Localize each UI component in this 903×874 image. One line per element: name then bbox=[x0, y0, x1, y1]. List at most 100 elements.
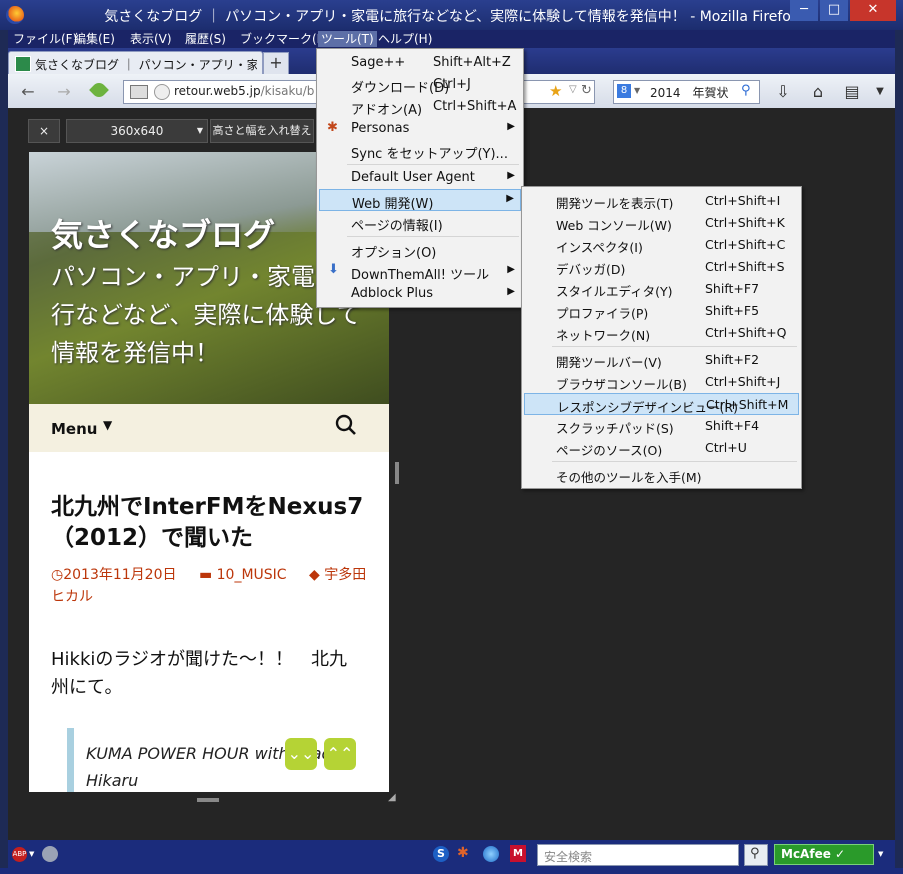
rdv-close-button[interactable]: × bbox=[28, 119, 60, 143]
reload-icon[interactable]: ↻ bbox=[581, 83, 592, 98]
menu-separator bbox=[552, 346, 797, 347]
maximize-button[interactable]: □ bbox=[820, 0, 848, 21]
scroll-down-icon[interactable]: ⌄⌄ bbox=[285, 738, 317, 770]
browser-icon[interactable] bbox=[483, 846, 499, 862]
chevron-down-icon[interactable]: ▼ bbox=[634, 86, 640, 95]
web-developer-submenu: 開発ツールを表示(T) Ctrl+Shift+I Web コンソール(W) Ctrl… bbox=[521, 186, 802, 489]
tools-menu-item-user-agent[interactable]: Default User Agent ▶ bbox=[319, 167, 521, 189]
webdev-item-browser-console[interactable]: ブラウザコンソール(B) Ctrl+Shift+J bbox=[524, 371, 799, 393]
google-icon[interactable]: 8 bbox=[617, 84, 631, 98]
download-icon[interactable]: ⇩ bbox=[773, 82, 793, 102]
menu-edit[interactable]: 編集(E) bbox=[71, 31, 118, 47]
site-title[interactable]: 気さくなブログ bbox=[51, 210, 275, 256]
adblock-icon[interactable]: ABP bbox=[12, 847, 27, 862]
tools-menu-item-web-developer[interactable]: Web 開発(W) ▶ bbox=[319, 189, 521, 212]
rdv-size-select[interactable]: 360x640 ▼ bbox=[66, 119, 208, 143]
webdev-item-responsive-design-view[interactable]: レスポンシブデザインビュー(R) Ctrl+Shift+M bbox=[524, 393, 799, 415]
corner-resize-handle[interactable]: ◢ bbox=[388, 792, 400, 804]
chevron-down-icon[interactable]: ▼ bbox=[878, 850, 883, 858]
post-date[interactable]: 2013年11月20日 bbox=[63, 567, 176, 583]
safe-search-button[interactable]: ⚲ bbox=[744, 844, 768, 866]
mcafee-siteadvisor[interactable]: McAfee ✓ bbox=[774, 844, 874, 865]
search-input-value[interactable]: 2014 年賀状 bbox=[650, 84, 729, 101]
skype-icon[interactable]: S bbox=[433, 846, 449, 862]
globe-icon[interactable] bbox=[154, 84, 170, 100]
caret-down-icon[interactable]: ▼ bbox=[103, 418, 112, 432]
post-category[interactable]: 10_MUSIC bbox=[217, 567, 287, 583]
safe-search-placeholder: 安全検索 bbox=[544, 850, 593, 864]
menu-file[interactable]: ファイル(F) bbox=[10, 31, 80, 47]
responsive-toolbar: × 360x640 ▼ 高さと幅を入れ替え bbox=[28, 119, 318, 143]
webdev-item-toggle-tools[interactable]: 開発ツールを表示(T) Ctrl+Shift+I bbox=[524, 190, 799, 212]
menu-bar: ファイル(F) 編集(E) 表示(V) 履歴(S) ブックマーク(B) ツール(… bbox=[8, 30, 895, 48]
menu-separator bbox=[347, 236, 519, 237]
tools-menu: Sage++ Shift+Alt+Z ダウンロード(D) Ctrl+J アドオン(A… bbox=[316, 48, 524, 308]
folder-icon: ▬ bbox=[198, 567, 213, 583]
menu-view[interactable]: 表示(V) bbox=[127, 31, 175, 47]
tools-menu-item-personas[interactable]: ✱ Personas ▶ bbox=[319, 118, 521, 140]
home-icon[interactable]: ⌂ bbox=[808, 82, 828, 102]
webdev-item-page-source[interactable]: ページのソース(O) Ctrl+U bbox=[524, 437, 799, 459]
search-box[interactable]: 8 ▼ 2014 年賀状 ⚲ bbox=[613, 80, 760, 104]
post-title[interactable]: 北九州でInterFMをNexus7（2012）で聞いた bbox=[51, 492, 371, 554]
tools-menu-item-options[interactable]: オプション(O) bbox=[319, 239, 521, 261]
tag-icon: ◆ bbox=[309, 567, 320, 583]
menu-separator bbox=[552, 461, 797, 462]
downthemall-icon: ⬇ bbox=[328, 262, 339, 277]
height-resize-handle[interactable] bbox=[197, 798, 219, 802]
tools-menu-item-page-info[interactable]: ページの情報(I) bbox=[319, 212, 521, 234]
menu-history[interactable]: 履歴(S) bbox=[182, 31, 229, 47]
webdev-item-developer-toolbar[interactable]: 開発ツールバー(V) Shift+F2 bbox=[524, 349, 799, 371]
window-title: 気さくなブログ ｜ パソコン・アプリ・家電に旅行などなど、実際に体験して情報を発… bbox=[104, 9, 799, 25]
window-frame-bottom bbox=[0, 868, 903, 874]
tab-active[interactable]: 気さくなブログ ｜ パソコン・アプリ・家電に旅行... × bbox=[8, 51, 263, 75]
chevron-down-icon[interactable]: ▼ bbox=[29, 850, 34, 858]
tab-label: 気さくなブログ ｜ パソコン・アプリ・家電に旅行... × bbox=[35, 58, 257, 72]
globe-icon[interactable] bbox=[42, 846, 58, 862]
status-bar: ABP ▼ S ✱ M 安全検索 ⚲ McAfee ✓ ▼ bbox=[8, 840, 895, 868]
webdev-item-inspector[interactable]: インスペクタ(I) Ctrl+Shift+C bbox=[524, 234, 799, 256]
menu-tools[interactable]: ツール(T) bbox=[318, 31, 377, 47]
rdv-rotate-button[interactable]: 高さと幅を入れ替え bbox=[210, 119, 314, 143]
leaf-icon[interactable] bbox=[89, 80, 109, 100]
tools-menu-item-downthemall[interactable]: ⬇ DownThemAll! ツール ▶ bbox=[319, 261, 521, 283]
url-path: /kisaku/b bbox=[260, 84, 315, 98]
webdev-item-debugger[interactable]: デバッガ(D) Ctrl+Shift+S bbox=[524, 256, 799, 278]
tools-menu-item-sage[interactable]: Sage++ Shift+Alt+Z bbox=[319, 52, 521, 74]
webdev-item-style-editor[interactable]: スタイルエディタ(Y) Shift+F7 bbox=[524, 278, 799, 300]
post-meta: ◷2013年11月20日 ▬ 10_MUSIC ◆ 宇多田ヒカル bbox=[51, 564, 371, 608]
mcafee-label: McAfee ✓ bbox=[781, 847, 846, 861]
tools-menu-item-addons[interactable]: アドオン(A) Ctrl+Shift+A bbox=[319, 96, 521, 118]
mcafee-shield-icon[interactable]: M bbox=[510, 845, 526, 862]
forward-button[interactable]: → bbox=[54, 82, 74, 102]
dropdown-icon[interactable]: ▽ bbox=[569, 84, 577, 95]
menu-separator bbox=[347, 164, 519, 165]
mobile-menu-toggle[interactable]: Menu bbox=[51, 420, 97, 438]
search-icon: ⚲ bbox=[750, 846, 760, 861]
safe-search-input[interactable]: 安全検索 bbox=[537, 844, 739, 866]
tools-menu-item-adblock[interactable]: Adblock Plus ▶ bbox=[319, 283, 521, 305]
webdev-item-network[interactable]: ネットワーク(N) Ctrl+Shift+Q bbox=[524, 322, 799, 344]
overflow-menu-icon[interactable]: ▼ bbox=[870, 82, 890, 102]
personas-icon[interactable]: ✱ bbox=[457, 845, 469, 861]
close-button[interactable]: ✕ bbox=[850, 0, 896, 21]
back-button[interactable]: ← bbox=[18, 82, 38, 102]
new-tab-button[interactable]: + bbox=[263, 52, 289, 75]
bookmark-star-icon[interactable]: ★ bbox=[549, 82, 562, 100]
webdev-item-web-console[interactable]: Web コンソール(W) Ctrl+Shift+K bbox=[524, 212, 799, 234]
webdev-item-get-more-tools[interactable]: その他のツールを入手(M) bbox=[524, 464, 799, 486]
minimize-button[interactable]: ─ bbox=[790, 0, 818, 21]
personas-icon: ✱ bbox=[327, 120, 338, 135]
webdev-item-scratchpad[interactable]: スクラッチパッド(S) Shift+F4 bbox=[524, 415, 799, 437]
site-favicon-icon bbox=[15, 56, 31, 72]
print-icon[interactable]: ▤ bbox=[842, 82, 862, 102]
tools-menu-item-sync[interactable]: Sync をセットアップ(Y)... bbox=[319, 140, 521, 162]
search-icon[interactable]: ⚲ bbox=[741, 83, 751, 98]
width-resize-handle[interactable] bbox=[395, 462, 399, 484]
webdev-item-profiler[interactable]: プロファイラ(P) Shift+F5 bbox=[524, 300, 799, 322]
search-icon[interactable] bbox=[335, 414, 357, 436]
title-bar: 気さくなブログ ｜ パソコン・アプリ・家電に旅行などなど、実際に体験して情報を発… bbox=[0, 0, 903, 30]
scroll-up-icon[interactable]: ⌃⌃ bbox=[324, 738, 356, 770]
tools-menu-item-downloads[interactable]: ダウンロード(D) Ctrl+J bbox=[319, 74, 521, 96]
menu-help[interactable]: ヘルプ(H) bbox=[375, 31, 435, 47]
